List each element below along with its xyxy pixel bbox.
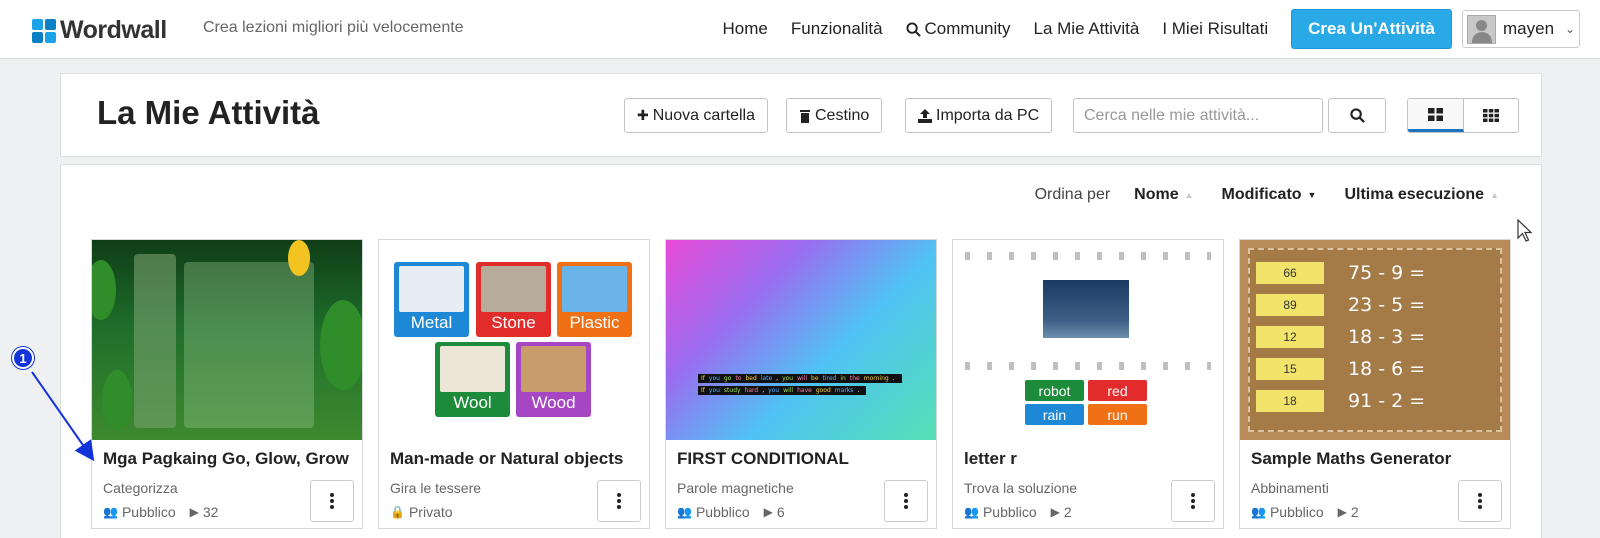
mouse-cursor-icon (1517, 219, 1533, 242)
annotation-arrow (31, 371, 95, 462)
